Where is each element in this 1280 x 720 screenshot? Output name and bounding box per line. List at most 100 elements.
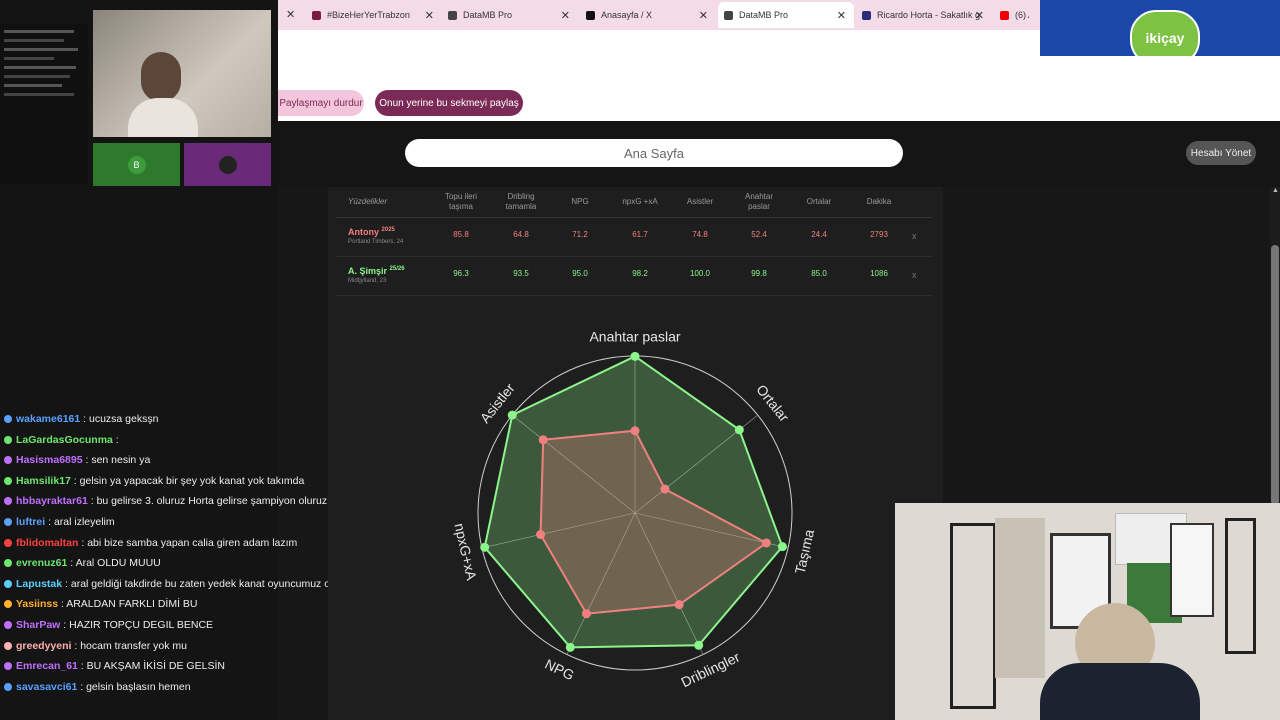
stop-sharing-button[interactable]: Paylaşmayı durdur bbox=[278, 90, 364, 116]
chat-text: gelsin başlasın hemen bbox=[86, 680, 191, 693]
column-header[interactable]: Dakika bbox=[855, 187, 903, 217]
remove-player-button[interactable]: x bbox=[912, 231, 917, 241]
browser-tab[interactable]: (6) An bbox=[994, 2, 1040, 28]
browser-tab-strip: ✕ #BizeHerYerTrabzon ✕ DataMB Pro ✕ Anasayfa… bbox=[278, 0, 1040, 30]
player-name[interactable]: Antony 2025 bbox=[348, 227, 395, 237]
column-header[interactable]: Topu ileri taşıma bbox=[437, 187, 485, 217]
table-cell: 96.3 bbox=[453, 269, 469, 278]
comparison-panel: Yüzdelikler Topu ileri taşıma Dribling ta… bbox=[328, 187, 943, 720]
table-cell: 52.4 bbox=[751, 230, 767, 239]
chat-username[interactable]: Yasiinss bbox=[16, 598, 58, 610]
radar-chart: Anahtar paslar Ortalar Taşıma Driblingler NP… bbox=[451, 329, 817, 691]
close-tab-icon[interactable]: ✕ bbox=[837, 9, 846, 22]
browser-tab[interactable]: DataMB Pro ✕ bbox=[718, 2, 854, 28]
browser-tab[interactable]: DataMB Pro ✕ bbox=[442, 2, 578, 28]
table-cell: 99.8 bbox=[751, 269, 767, 278]
call-tile-avatar[interactable] bbox=[184, 143, 271, 186]
chat-username[interactable]: Lapustak bbox=[16, 578, 62, 590]
player-season: 25/26 bbox=[389, 266, 405, 272]
table-cell: 95.0 bbox=[572, 269, 588, 278]
chat-separator: : bbox=[77, 660, 87, 673]
chat-username[interactable]: fblidomaltan bbox=[16, 537, 78, 549]
table-cell: 61.7 bbox=[632, 230, 648, 239]
table-cell: 64.8 bbox=[513, 230, 529, 239]
column-header[interactable]: Dribling tamamla bbox=[497, 187, 545, 217]
account-button[interactable]: Hesabı Yönet bbox=[1186, 141, 1256, 165]
search-bar[interactable]: Ana Sayfa bbox=[405, 139, 903, 167]
chat-text: HAZIR TOPÇU DEGIL BENCE bbox=[69, 619, 214, 631]
chat-text: bu gelirse 3. oluruz Horta gelirse şampi… bbox=[96, 495, 328, 508]
chat-text: sen nesin ya bbox=[91, 454, 151, 467]
player-name[interactable]: A. Şimşir 25/26 bbox=[348, 266, 405, 276]
chat-message: savasavci61 : gelsin başlasın hemen bbox=[4, 681, 191, 693]
chat-message: LaGardasGocunma : bbox=[4, 434, 119, 446]
chat-text: Aral OLDU MUUU bbox=[75, 557, 161, 570]
close-tab-icon[interactable]: ✕ bbox=[561, 9, 570, 22]
column-header[interactable]: npxG +xA bbox=[616, 187, 664, 217]
browser-tab[interactable]: Ricardo Horta - Sakatlık g ✕ bbox=[856, 2, 992, 28]
column-header[interactable]: Ortalar bbox=[795, 187, 843, 217]
chat-username[interactable]: SharPaw bbox=[16, 619, 60, 631]
chat-username[interactable]: hbbayraktar61 bbox=[16, 495, 88, 507]
column-header[interactable]: Asistler bbox=[676, 187, 724, 217]
chat-message: Hasisma6895 : sen nesin ya bbox=[4, 454, 150, 466]
tab-favicon-icon bbox=[448, 10, 457, 20]
radar-data-point bbox=[630, 351, 640, 361]
chat-username[interactable]: Hamsilik17 bbox=[16, 475, 71, 487]
chat-message: Hamsilik17 : gelsin ya yapacak bir şey y… bbox=[4, 475, 304, 487]
chat-username[interactable]: wakame6161 bbox=[16, 413, 80, 425]
close-icon[interactable]: ✕ bbox=[286, 8, 295, 21]
browser-tab[interactable]: Anasayfa / X ✕ bbox=[580, 2, 716, 28]
avatar bbox=[218, 155, 237, 174]
chat-text: abi bize samba yapan calia giren adam la… bbox=[87, 536, 298, 549]
column-header[interactable]: NPG bbox=[556, 187, 604, 217]
table-cell: 24.4 bbox=[811, 230, 827, 239]
table-cell: 85.8 bbox=[453, 230, 469, 239]
address-bar[interactable] bbox=[278, 30, 1040, 57]
table-cell: 98.2 bbox=[632, 269, 648, 278]
call-tile-b[interactable]: B bbox=[93, 143, 180, 186]
chat-username[interactable]: luftrei bbox=[16, 516, 45, 528]
table-cell: 74.8 bbox=[692, 230, 708, 239]
chat-text: ARALDAN FARKLI DİMİ BU bbox=[66, 598, 198, 611]
chat-message: Yasiinss : ARALDAN FARKLI DİMİ BU bbox=[4, 598, 198, 610]
share-this-tab-button[interactable]: Onun yerine bu sekmeyi paylaş bbox=[375, 90, 523, 116]
column-header[interactable]: Anahtar paslar bbox=[735, 187, 783, 217]
scroll-up-icon[interactable]: ▲ bbox=[1272, 187, 1279, 194]
table-cell: 93.5 bbox=[513, 269, 529, 278]
radar-axis-label: NPG bbox=[542, 656, 576, 684]
radar-data-point bbox=[674, 600, 684, 610]
chat-username[interactable]: LaGardasGocunma bbox=[16, 434, 113, 446]
radar-data-point bbox=[581, 609, 591, 619]
chat-username[interactable]: greedyyeni bbox=[16, 640, 71, 652]
chat-badge-icon bbox=[4, 559, 12, 568]
browser-tab[interactable]: #BizeHerYerTrabzon ✕ bbox=[306, 2, 442, 28]
close-tab-icon[interactable]: ✕ bbox=[699, 9, 708, 22]
radar-data-point bbox=[536, 530, 546, 540]
chat-separator: : bbox=[78, 536, 88, 549]
chat-badge-icon bbox=[4, 641, 12, 650]
close-tab-icon[interactable]: ✕ bbox=[425, 9, 434, 22]
call-sidebar-notes bbox=[0, 24, 88, 184]
chat-message: luftrei : aral izleyelim bbox=[4, 516, 115, 528]
tab-favicon-icon bbox=[862, 10, 871, 20]
chat-message: fblidomaltan : abi bize samba yapan cali… bbox=[4, 537, 297, 549]
chat-username[interactable]: evrenuz61 bbox=[16, 557, 67, 569]
chat-username[interactable]: Emrecan_61 bbox=[16, 660, 78, 672]
chat-message: greedyyeni : hocam transfer yok mu bbox=[4, 640, 187, 652]
call-tile-initial: B bbox=[127, 155, 146, 174]
chat-message: SharPaw : HAZIR TOPÇU DEGIL BENCE bbox=[4, 619, 213, 631]
chat-username[interactable]: savasavci61 bbox=[16, 681, 77, 693]
scroll-thumb[interactable] bbox=[1271, 245, 1279, 505]
radar-axis-label: Driblingler bbox=[679, 648, 743, 690]
tab-favicon-icon bbox=[586, 10, 595, 20]
chat-username[interactable]: Hasisma6895 bbox=[16, 454, 83, 466]
close-tab-icon[interactable]: ✕ bbox=[975, 9, 984, 22]
chat-badge-icon bbox=[4, 600, 12, 609]
chat-separator: : bbox=[60, 619, 70, 631]
radar-axis-label: Ortalar bbox=[753, 381, 792, 425]
chat-separator: : bbox=[112, 433, 119, 446]
remove-player-button[interactable]: x bbox=[912, 270, 917, 280]
streamer-webcam bbox=[895, 503, 1280, 720]
table-header: Yüzdelikler Topu ileri taşıma Dribling ta… bbox=[336, 187, 932, 218]
